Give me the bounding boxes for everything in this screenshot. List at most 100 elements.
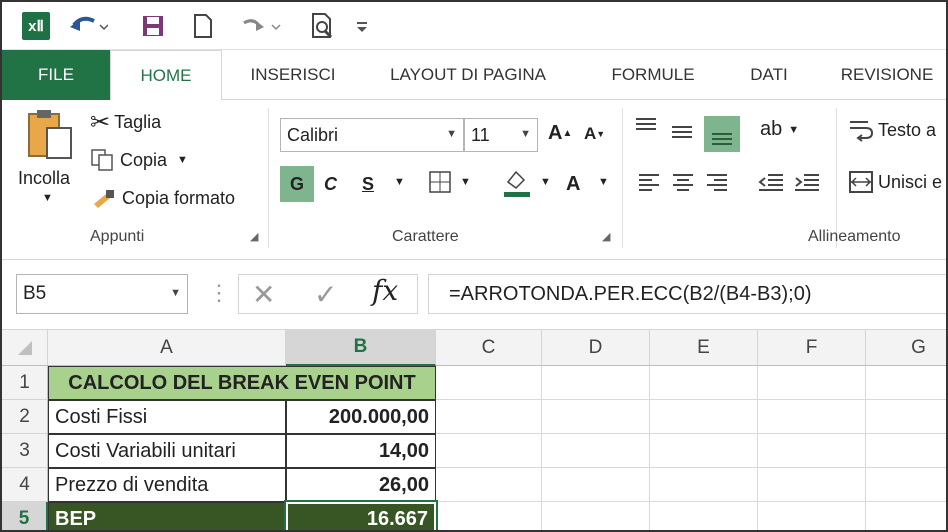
customize-qat-icon[interactable]: [352, 10, 372, 42]
undo-icon[interactable]: [66, 10, 110, 42]
label-cell-a3[interactable]: Costi Variabili unitari: [48, 434, 286, 468]
select-all-corner[interactable]: [2, 330, 48, 366]
font-name-value: Calibri: [287, 124, 339, 145]
copy-label: Copia: [120, 149, 168, 170]
row-header-5[interactable]: 5: [2, 502, 48, 530]
bold-button[interactable]: G: [280, 166, 314, 202]
font-group-label: Carattere: [392, 228, 459, 245]
font-name-combo[interactable]: Calibri ▼: [280, 118, 464, 152]
tab-review[interactable]: REVISIONE: [824, 50, 946, 100]
shrink-font-icon[interactable]: A ▼: [584, 124, 605, 144]
new-icon[interactable]: [190, 10, 216, 42]
row-header-1[interactable]: 1: [2, 366, 48, 400]
font-size-value: 11: [471, 124, 490, 145]
paste-button[interactable]: Incolla: [18, 166, 82, 190]
print-preview-icon[interactable]: [308, 10, 338, 42]
copy-button[interactable]: Copia ▼: [90, 146, 188, 174]
decrease-indent-icon[interactable]: [758, 172, 784, 192]
align-top-icon[interactable]: [634, 116, 658, 136]
name-box-dropdown-icon: ▼: [170, 287, 181, 299]
align-middle-icon[interactable]: [670, 122, 694, 142]
alignment-group-label: Allineamento: [808, 228, 901, 245]
column-header-f[interactable]: F: [758, 330, 866, 366]
font-color-dropdown-icon[interactable]: ▼: [598, 176, 609, 188]
paste-dropdown-icon[interactable]: ▼: [42, 192, 53, 204]
ribbon-home: Incolla ▼ ✂ Taglia Copia ▼ Copia formato…: [2, 100, 946, 260]
value-cell-b2[interactable]: 200.000,00: [286, 400, 436, 434]
fill-color-icon[interactable]: [502, 166, 532, 198]
tab-page-layout[interactable]: LAYOUT DI PAGINA: [368, 50, 568, 100]
wrap-text-icon: [850, 121, 874, 142]
empty-cells[interactable]: [436, 366, 946, 530]
copy-icon: [91, 149, 113, 171]
label-cell-a4[interactable]: Prezzo di vendita: [48, 468, 286, 502]
name-box-value: B5: [23, 283, 47, 304]
format-painter-button[interactable]: Copia formato: [90, 184, 235, 212]
merge-button[interactable]: Unisci e: [848, 170, 942, 194]
align-left-icon[interactable]: [638, 172, 660, 192]
name-box[interactable]: B5 ▼: [16, 274, 188, 314]
wrap-text-button[interactable]: Testo a: [848, 118, 936, 142]
wrap-text-label: Testo a: [878, 119, 937, 140]
align-bottom-icon[interactable]: [704, 116, 740, 152]
row-header-2[interactable]: 2: [2, 400, 48, 434]
cut-label: Taglia: [114, 111, 162, 132]
column-header-d[interactable]: D: [542, 330, 650, 366]
quick-access-toolbar: xⅡ: [2, 2, 946, 50]
tab-data[interactable]: DATI: [732, 50, 806, 100]
copy-dropdown-icon: ▼: [177, 154, 188, 166]
font-name-dropdown-icon: ▼: [446, 128, 457, 140]
cut-button[interactable]: ✂ Taglia: [90, 108, 161, 136]
font-launcher-icon[interactable]: ◢: [602, 230, 610, 243]
underline-button[interactable]: S: [362, 166, 374, 202]
clipboard-group-label: Appunti: [90, 228, 145, 245]
align-center-icon[interactable]: [672, 172, 694, 192]
tab-formulas[interactable]: FORMULE: [592, 50, 714, 100]
label-cell-a5[interactable]: BEP: [48, 502, 286, 530]
formula-input[interactable]: =ARROTONDA.PER.ECC(B2/(B4-B3);0): [428, 274, 946, 314]
excel-window: xⅡ FILE HOME INSERISCI LAYOUT DI PAGINA …: [0, 0, 948, 532]
label-cell-a2[interactable]: Costi Fissi: [48, 400, 286, 434]
value-cell-b5[interactable]: 16.667: [284, 500, 438, 530]
scissors-icon: ✂: [90, 108, 111, 136]
column-header-c[interactable]: C: [436, 330, 542, 366]
italic-button[interactable]: C: [324, 166, 337, 202]
column-header-g[interactable]: G: [866, 330, 946, 366]
font-size-combo[interactable]: 11 ▼: [464, 118, 538, 152]
formula-bar-grip-icon: ⋮: [208, 280, 230, 305]
column-header-e[interactable]: E: [650, 330, 758, 366]
tab-home[interactable]: HOME: [110, 50, 222, 101]
column-header-a[interactable]: A: [48, 330, 286, 366]
borders-icon[interactable]: [428, 170, 452, 194]
enter-icon[interactable]: ✓: [314, 278, 337, 311]
group-divider: [268, 108, 269, 248]
value-cell-b4[interactable]: 26,00: [286, 468, 436, 502]
cancel-icon[interactable]: ✕: [252, 278, 275, 311]
row-header-3[interactable]: 3: [2, 434, 48, 468]
excel-logo-icon: xⅡ: [22, 12, 50, 40]
orientation-icon[interactable]: ab ▼: [760, 118, 799, 141]
save-icon[interactable]: [138, 10, 168, 42]
column-header-b[interactable]: B: [286, 330, 436, 366]
borders-dropdown-icon[interactable]: ▼: [460, 176, 471, 188]
font-color-button[interactable]: A: [566, 166, 580, 202]
clipboard-launcher-icon[interactable]: ◢: [250, 230, 258, 243]
group-divider: [622, 108, 623, 248]
underline-dropdown-icon[interactable]: ▼: [394, 176, 405, 188]
group-divider: [836, 108, 837, 248]
format-painter-label: Copia formato: [122, 187, 236, 208]
tab-insert[interactable]: INSERISCI: [234, 50, 352, 100]
align-right-icon[interactable]: [706, 172, 728, 192]
grow-font-icon[interactable]: A ▲: [548, 122, 572, 145]
paste-icon[interactable]: [22, 108, 78, 164]
tab-file[interactable]: FILE: [2, 50, 110, 100]
redo-icon[interactable]: [236, 10, 286, 42]
fill-color-dropdown-icon[interactable]: ▼: [540, 176, 551, 188]
increase-indent-icon[interactable]: [794, 172, 820, 192]
title-cell[interactable]: CALCOLO DEL BREAK EVEN POINT: [48, 366, 436, 400]
value-cell-b3[interactable]: 14,00: [286, 434, 436, 468]
insert-function-icon[interactable]: fx: [372, 274, 398, 307]
merge-label: Unisci e: [878, 171, 943, 192]
row-header-4[interactable]: 4: [2, 468, 48, 502]
formula-bar: B5 ▼ ⋮ ✕ ✓ fx =ARROTONDA.PER.ECC(B2/(B4-…: [2, 260, 946, 330]
